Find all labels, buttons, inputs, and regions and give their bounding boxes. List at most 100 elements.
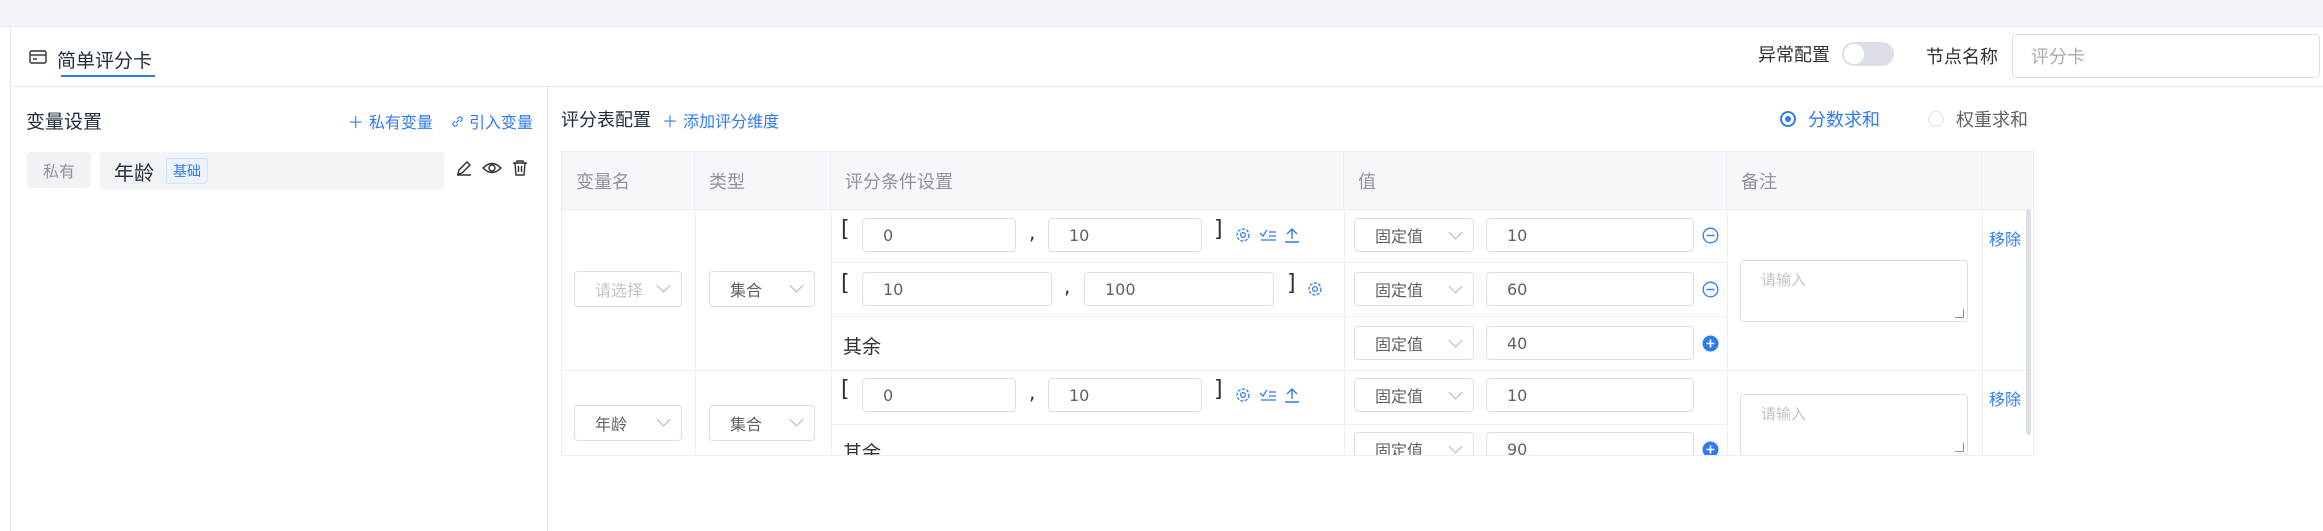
- rest-label: 其余: [843, 442, 882, 456]
- import-variable-label: 引入变量: [468, 113, 533, 132]
- chevron-down-icon: [656, 278, 671, 293]
- tab-label: 简单评分卡: [57, 49, 153, 72]
- variable-select[interactable]: 年龄: [574, 405, 682, 441]
- variable-select-value: 年龄: [595, 415, 628, 434]
- remove-button[interactable]: 移除: [1989, 226, 2021, 250]
- variable-panel: 变量设置 ＋ 私有变量 引入变量 私有 年龄 基础: [11, 87, 548, 531]
- upload-icon[interactable]: [1284, 386, 1300, 407]
- divider: [1982, 209, 1983, 455]
- upper-bound-input[interactable]: 100: [1084, 272, 1274, 306]
- remark-textarea[interactable]: 请输入: [1740, 394, 1968, 455]
- chevron-down-icon: [789, 412, 804, 427]
- col-condition: 评分条件设置: [831, 152, 1344, 209]
- node-name-input[interactable]: 评分卡: [2012, 34, 2320, 78]
- variable-select-placeholder: 请选择: [595, 281, 644, 300]
- minus-circle-icon[interactable]: [1702, 281, 1719, 302]
- anomaly-label: 异常配置: [1758, 45, 1830, 66]
- rest-label: 其余: [843, 336, 882, 358]
- gear-icon[interactable]: [1235, 387, 1251, 407]
- chevron-down-icon: [1448, 225, 1463, 240]
- radio-score-sum[interactable]: [1780, 111, 1796, 127]
- divider: [695, 209, 696, 455]
- variable-select[interactable]: 请选择: [574, 271, 682, 307]
- divider: [831, 209, 832, 455]
- upper-bracket: ]: [1214, 217, 1223, 242]
- private-variable-label: 私有变量: [368, 113, 433, 132]
- node-header: 简单评分卡 异常配置 节点名称 评分卡: [11, 27, 2323, 87]
- plus-icon: ＋: [347, 113, 369, 132]
- table-scrollbar[interactable]: [2026, 209, 2031, 435]
- radio-score-sum-label: 分数求和: [1808, 110, 1880, 131]
- trash-icon[interactable]: [511, 159, 529, 181]
- edit-icon[interactable]: [455, 159, 473, 181]
- tab-simple-scorecard[interactable]: 简单评分卡: [29, 41, 152, 77]
- value-type-select[interactable]: 固定值: [1354, 272, 1474, 306]
- node-name-label: 节点名称: [1926, 47, 1998, 68]
- chevron-down-icon: [656, 412, 671, 427]
- value-input[interactable]: 90: [1486, 432, 1694, 455]
- card-icon: [29, 49, 47, 69]
- lower-bound-input[interactable]: 0: [862, 378, 1016, 412]
- value-input[interactable]: 10: [1486, 378, 1694, 412]
- add-dimension-button[interactable]: ＋ 添加评分维度: [662, 108, 779, 132]
- chevron-down-icon: [1448, 279, 1463, 294]
- comma: ,: [1029, 220, 1036, 244]
- type-select[interactable]: 集合: [709, 405, 815, 441]
- lower-bound-input[interactable]: 10: [862, 272, 1052, 306]
- type-select[interactable]: 集合: [709, 271, 815, 307]
- radio-weight-sum[interactable]: [1928, 111, 1944, 127]
- upper-bound-input[interactable]: 10: [1048, 378, 1202, 412]
- value-input[interactable]: 60: [1486, 272, 1694, 306]
- variable-item[interactable]: 年龄 基础: [100, 152, 444, 190]
- remark-textarea[interactable]: 请输入: [1740, 260, 1968, 322]
- value-type-value: 固定值: [1375, 227, 1424, 246]
- upper-bracket: ]: [1214, 377, 1223, 402]
- scorecard-config-title: 评分表配置: [561, 110, 651, 131]
- plus-circle-icon[interactable]: [1702, 335, 1719, 356]
- score-table: 变量名 类型 评分条件设置 值 备注 请选择 集合 [ 0 , 10 ] 固定值…: [561, 151, 2034, 456]
- col-value: 值: [1344, 152, 1727, 209]
- plus-icon: ＋: [662, 112, 684, 131]
- value-type-select[interactable]: 固定值: [1354, 378, 1474, 412]
- row-divider: [831, 424, 1727, 425]
- add-dimension-label: 添加评分维度: [683, 112, 780, 131]
- variable-actions: [455, 159, 529, 181]
- import-variable-link[interactable]: 引入变量: [451, 109, 533, 133]
- value-type-select[interactable]: 固定值: [1354, 432, 1474, 456]
- private-variable-link[interactable]: ＋ 私有变量: [348, 109, 433, 133]
- value-type-select[interactable]: 固定值: [1354, 218, 1474, 252]
- eye-icon[interactable]: [482, 159, 502, 181]
- divider: [1727, 209, 1728, 455]
- value-type-value: 固定值: [1375, 441, 1424, 456]
- value-type-value: 固定值: [1375, 281, 1424, 300]
- lower-bound-input[interactable]: 0: [862, 218, 1016, 252]
- variable-tag: 基础: [166, 158, 208, 184]
- anomaly-config: 异常配置: [1758, 41, 1894, 67]
- value-input[interactable]: 40: [1486, 326, 1694, 360]
- variable-links: ＋ 私有变量 引入变量: [348, 109, 533, 133]
- row-divider: [831, 262, 1727, 263]
- value-input[interactable]: 10: [1486, 218, 1694, 252]
- minus-circle-icon[interactable]: [1702, 227, 1719, 248]
- value-type-value: 固定值: [1375, 335, 1424, 354]
- type-select-value: 集合: [730, 415, 763, 434]
- remove-button[interactable]: 移除: [1989, 386, 2021, 410]
- chevron-down-icon: [1448, 439, 1463, 454]
- variable-settings-title: 变量设置: [26, 111, 103, 133]
- chevron-down-icon: [1448, 385, 1463, 400]
- col-variable-name: 变量名: [562, 152, 695, 209]
- upper-bound-input[interactable]: 10: [1048, 218, 1202, 252]
- check-list-icon[interactable]: [1259, 227, 1277, 247]
- table-header: 变量名 类型 评分条件设置 值 备注: [562, 152, 2033, 210]
- value-type-select[interactable]: 固定值: [1354, 326, 1474, 360]
- radio-weight-sum-label: 权重求和: [1956, 110, 2028, 131]
- anomaly-toggle[interactable]: [1842, 42, 1894, 66]
- chevron-down-icon: [789, 278, 804, 293]
- check-list-icon[interactable]: [1259, 387, 1277, 407]
- variable-name: 年龄: [114, 160, 154, 185]
- plus-circle-icon[interactable]: [1702, 441, 1719, 455]
- gear-icon[interactable]: [1307, 281, 1323, 301]
- upload-icon[interactable]: [1284, 226, 1300, 247]
- gear-icon[interactable]: [1235, 227, 1251, 247]
- variable-scope-tag: 私有: [27, 152, 91, 188]
